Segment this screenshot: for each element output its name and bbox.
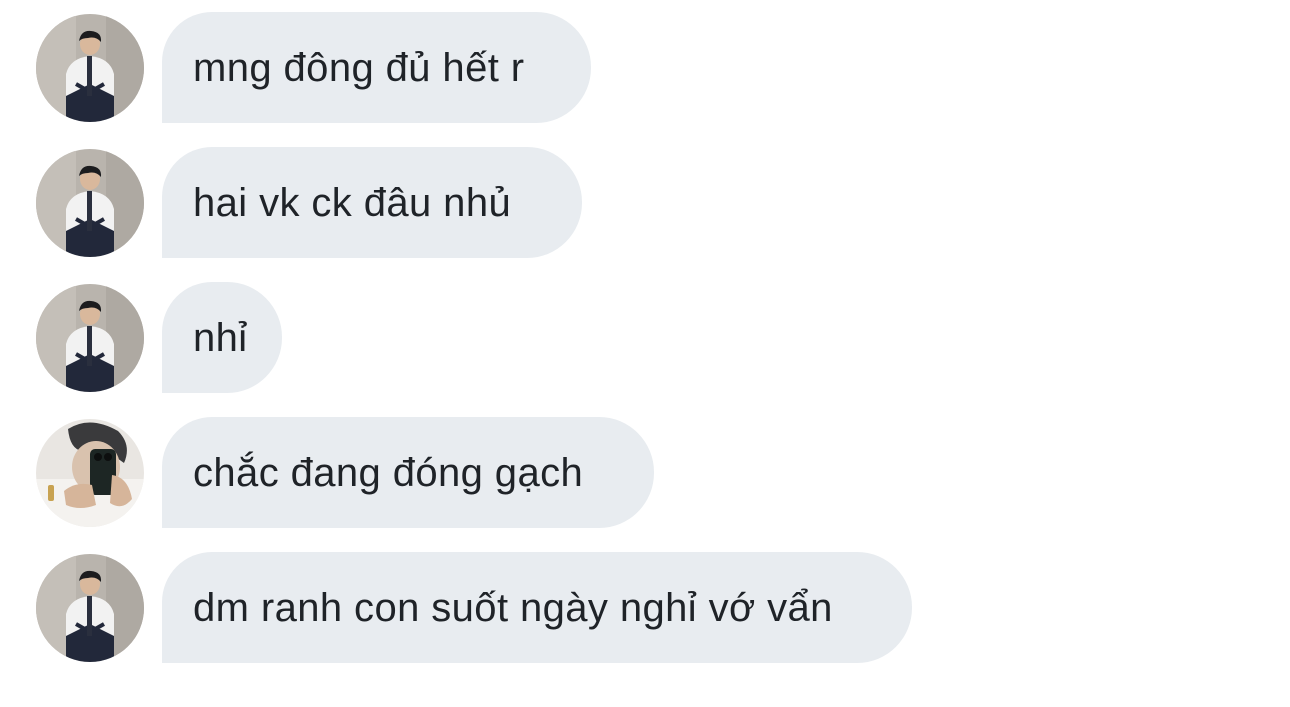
message-row: dm ranh con suốt ngày nghỉ vớ vẩn: [0, 552, 1290, 663]
avatar-photo-friend-b: [36, 419, 144, 527]
message-text: chắc đang đóng gạch: [193, 450, 584, 495]
avatar-photo-friend-a: [36, 14, 144, 122]
avatar[interactable]: [36, 419, 144, 527]
message-row: hai vk ck đâu nhủ: [0, 147, 1290, 258]
message-text: mng đông đủ hết r: [193, 45, 525, 90]
message-text: dm ranh con suốt ngày nghỉ vớ vẩn: [193, 585, 833, 630]
message-text: nhỉ: [193, 315, 248, 360]
avatar[interactable]: [36, 149, 144, 257]
avatar-photo-friend-a: [36, 284, 144, 392]
message-bubble[interactable]: mng đông đủ hết r: [162, 12, 591, 123]
message-bubble[interactable]: chắc đang đóng gạch: [162, 417, 654, 528]
avatar[interactable]: [36, 284, 144, 392]
avatar[interactable]: [36, 554, 144, 662]
chat-thread: mng đông đủ hết r hai vk ck đâu nhủ nhỉ …: [0, 0, 1290, 707]
message-row: nhỉ: [0, 282, 1290, 393]
message-row: chắc đang đóng gạch: [0, 417, 1290, 528]
avatar-photo-friend-a: [36, 149, 144, 257]
message-text: hai vk ck đâu nhủ: [193, 180, 512, 225]
message-bubble[interactable]: hai vk ck đâu nhủ: [162, 147, 582, 258]
message-row: mng đông đủ hết r: [0, 12, 1290, 123]
avatar-photo-friend-a: [36, 554, 144, 662]
message-bubble[interactable]: nhỉ: [162, 282, 282, 393]
avatar[interactable]: [36, 14, 144, 122]
message-bubble[interactable]: dm ranh con suốt ngày nghỉ vớ vẩn: [162, 552, 912, 663]
